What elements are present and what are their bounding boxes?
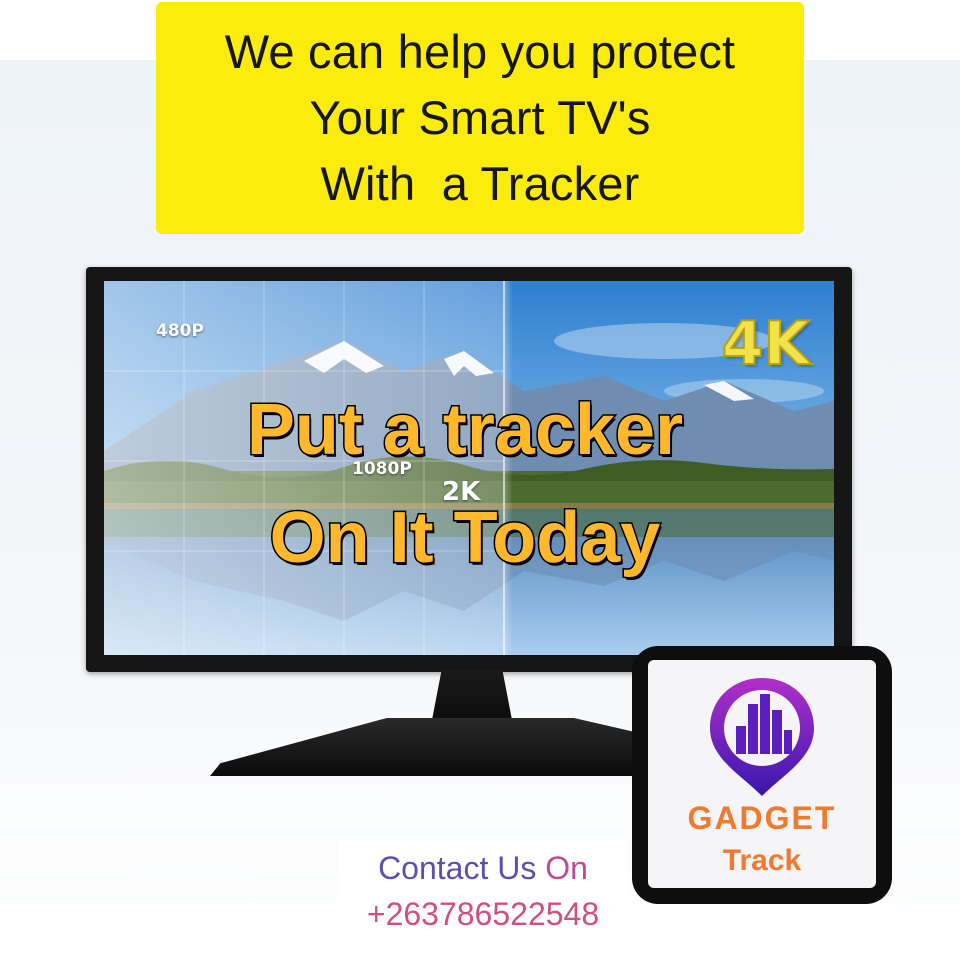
map-pin-icon <box>710 678 814 796</box>
headline-line-1: We can help you protect <box>224 25 736 78</box>
promo-line-2: On It Today <box>268 498 662 578</box>
contact-box: Contact Us On +263786522548 <box>338 840 628 942</box>
logo-panel: GADGET Track <box>648 660 876 888</box>
headline-line-2: Your Smart TV's <box>309 91 651 144</box>
headline-banner: We can help you protect Your Smart TV's … <box>156 2 804 234</box>
resolution-label-4k: 4K <box>721 308 811 380</box>
contact-phone[interactable]: +263786522548 <box>338 896 628 933</box>
headline-line-3: With a Tracker <box>320 157 640 210</box>
resolution-label-480p: 480P <box>156 321 204 341</box>
gadget-track-logo-card: GADGET Track <box>632 646 892 904</box>
brand-name-track: Track <box>722 844 802 877</box>
brand-name-gadget: GADGET <box>687 800 837 836</box>
contact-label: Contact Us On <box>378 850 588 886</box>
tv-stand-neck <box>432 670 512 720</box>
promo-line-1: Put a tracker <box>245 390 684 470</box>
